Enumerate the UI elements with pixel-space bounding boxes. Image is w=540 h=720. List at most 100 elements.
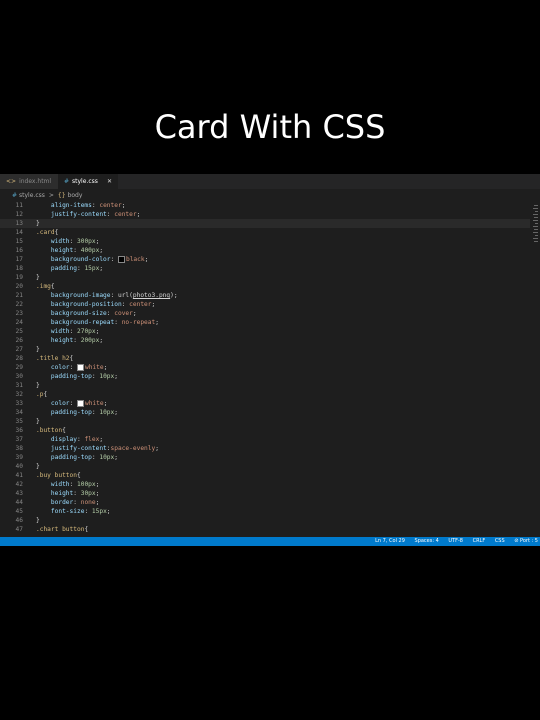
color-swatch-icon[interactable]	[77, 399, 84, 407]
code-line[interactable]: 29 color: white;	[0, 363, 530, 372]
code-token: :	[114, 319, 122, 326]
code-token: 10px	[99, 454, 115, 461]
close-icon[interactable]: ✕	[107, 174, 112, 189]
code-token: 10px	[99, 409, 115, 416]
code-token: ;	[155, 319, 159, 326]
code-line[interactable]: 45 font-size: 15px;	[0, 507, 530, 516]
code-line[interactable]: 37 display: flex;	[0, 435, 530, 444]
code-line[interactable]: 40}	[0, 462, 530, 471]
code-line[interactable]: 42 width: 100px;	[0, 480, 530, 489]
code-line[interactable]: 30 padding-top: 10px;	[0, 372, 530, 381]
code-line[interactable]: 27}	[0, 345, 530, 354]
code-line[interactable]: 38 justify-content:space-evenly;	[0, 444, 530, 453]
code-line[interactable]: 17 background-color: black;	[0, 255, 530, 264]
tab-index-html[interactable]: <> index.html	[0, 174, 58, 189]
color-swatch-icon[interactable]	[77, 363, 84, 371]
code-token: padding-top	[50, 409, 92, 416]
code-token: ;	[95, 499, 100, 506]
code-text: background-color: black;	[36, 255, 148, 264]
status-language[interactable]: CSS	[495, 538, 505, 544]
code-text: padding-top: 10px;	[36, 453, 118, 462]
code-text: padding-top: 10px;	[36, 372, 118, 381]
code-line[interactable]: 35}	[0, 417, 530, 426]
code-line[interactable]: 26 height: 200px;	[0, 336, 530, 345]
status-cursor-position[interactable]: Ln 7, Col 29	[375, 538, 405, 544]
code-token: ;	[151, 301, 156, 308]
code-line[interactable]: 31}	[0, 381, 530, 390]
code-line[interactable]: 23 background-size: cover;	[0, 309, 530, 318]
line-number: 26	[15, 337, 23, 344]
minimap[interactable]	[530, 201, 540, 537]
status-encoding[interactable]: UTF-8	[448, 538, 463, 544]
code-token: width	[50, 328, 70, 335]
code-line[interactable]: 33 color: white;	[0, 399, 530, 408]
line-number: 37	[15, 436, 23, 443]
breadcrumb-node[interactable]: body	[68, 192, 83, 199]
code-line[interactable]: 32 .p{	[0, 390, 530, 399]
code-token: padding-top	[50, 454, 92, 461]
code-text: background-size: cover;	[36, 309, 137, 318]
code-token: .chart button	[36, 526, 85, 533]
line-number: 30	[15, 373, 23, 380]
code-token: color	[50, 364, 70, 371]
code-token: ;	[106, 508, 111, 515]
code-line[interactable]: 12 justify-content: center;	[0, 210, 530, 219]
code-token: ;	[136, 211, 141, 218]
code-line[interactable]: 19}	[0, 273, 530, 282]
code-token: ;	[155, 445, 159, 452]
code-line[interactable]: 36 .button{	[0, 426, 530, 435]
code-line[interactable]: 41 .buy button{	[0, 471, 530, 480]
code-line[interactable]: 18 padding: 15px;	[0, 264, 530, 273]
code-token: {	[69, 355, 74, 362]
code-token: background-size	[50, 310, 107, 317]
code-line[interactable]: 39 padding-top: 10px;	[0, 453, 530, 462]
tab-style-css[interactable]: # style.css ✕	[58, 174, 118, 189]
code-area[interactable]: 11 align-items: center; 12 justify-conten…	[0, 201, 530, 537]
code-line[interactable]: 15 width: 300px;	[0, 237, 530, 246]
code-line[interactable]: 34 padding-top: 10px;	[0, 408, 530, 417]
code-line[interactable]: 46}	[0, 516, 530, 525]
code-token: {	[84, 526, 89, 533]
code-token: justify-content	[50, 445, 107, 452]
code-token: }	[36, 382, 40, 389]
code-line[interactable]: 22 background-position: center;	[0, 300, 530, 309]
code-line[interactable]: 21 background-image: url(photo3.png);	[0, 291, 530, 300]
line-number: 14	[15, 229, 23, 236]
code-text: align-items: center;	[36, 201, 126, 210]
code-token: border	[50, 499, 74, 506]
line-number: 42	[15, 481, 23, 488]
code-line[interactable]: 11 align-items: center;	[0, 201, 530, 210]
line-number: 12	[15, 211, 23, 218]
line-number: 19	[15, 274, 23, 281]
html-file-icon: <>	[6, 178, 17, 185]
code-line[interactable]: 13}	[0, 219, 530, 228]
status-live-server-port[interactable]: ⊘ Port : 5	[514, 538, 538, 544]
color-swatch-icon[interactable]	[117, 255, 125, 263]
code-line[interactable]: 24 background-repeat: no-repeat;	[0, 318, 530, 327]
code-token: white	[85, 364, 104, 371]
breadcrumb-file[interactable]: style.css	[19, 192, 45, 199]
code-text: .card{	[36, 228, 58, 237]
code-token: :	[69, 400, 77, 407]
code-token: {	[50, 283, 55, 290]
code-line[interactable]: 20 .img{	[0, 282, 530, 291]
code-line[interactable]: 28 .title h2{	[0, 354, 530, 363]
code-token: {	[62, 427, 66, 434]
code-token: {	[54, 229, 59, 236]
code-line[interactable]: 16 height: 400px;	[0, 246, 530, 255]
status-eol[interactable]: CRLF	[473, 538, 486, 544]
code-line[interactable]: 43 height: 30px;	[0, 489, 530, 498]
code-token: 400px	[80, 247, 100, 254]
code-line[interactable]: 47 .chart button{	[0, 525, 530, 534]
code-line[interactable]: 44 border: none;	[0, 498, 530, 507]
code-token: }	[36, 418, 40, 425]
status-indentation[interactable]: Spaces: 4	[415, 538, 439, 544]
line-number: 44	[15, 499, 23, 506]
code-line[interactable]: 25 width: 270px;	[0, 327, 530, 336]
code-line[interactable]: 14 .card{	[0, 228, 530, 237]
code-text: padding: 15px;	[36, 264, 103, 273]
